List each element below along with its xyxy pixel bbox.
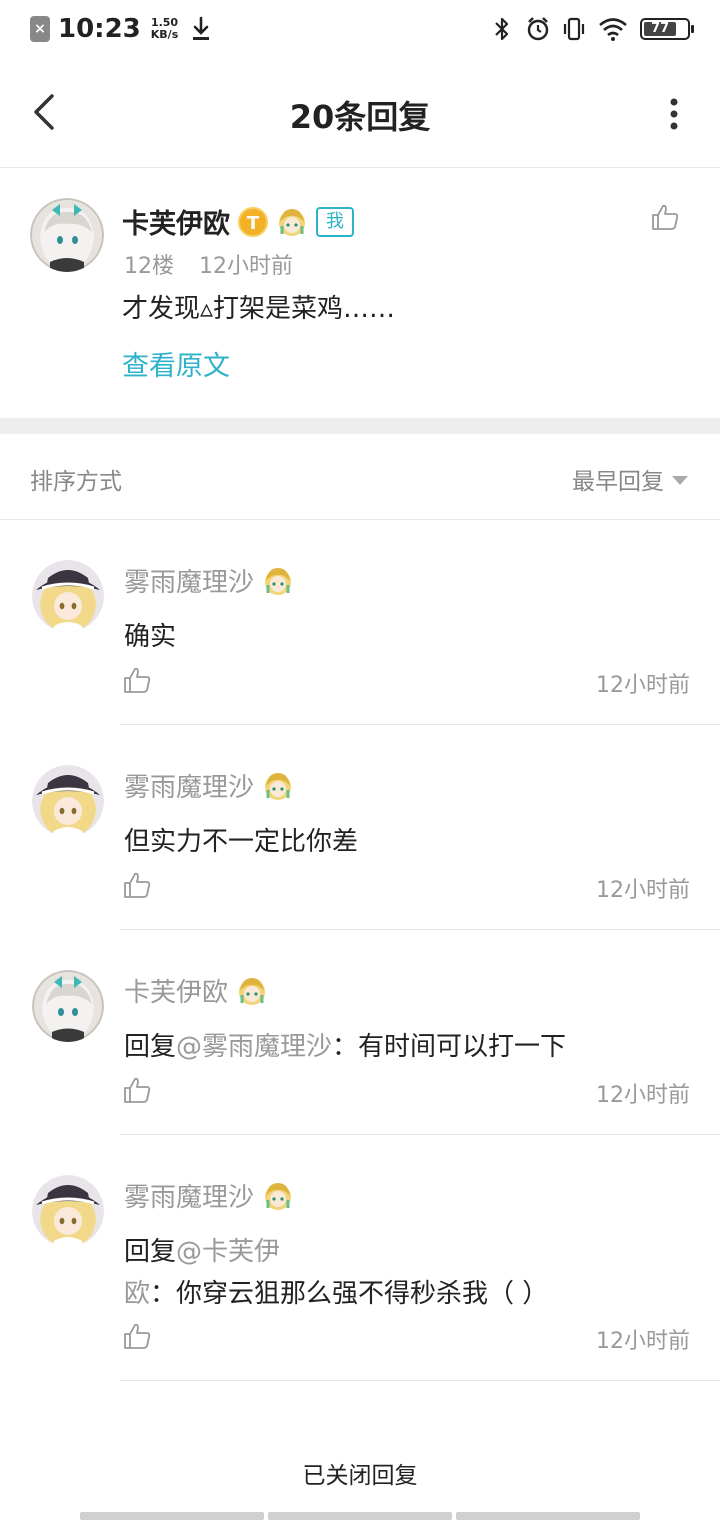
navigation-bar bbox=[80, 1512, 640, 1520]
reply-text: ：有时间可以打一下 bbox=[332, 1032, 567, 1062]
me-tag: 我 bbox=[316, 206, 354, 237]
avatar[interactable] bbox=[32, 970, 104, 1042]
avatar[interactable] bbox=[32, 560, 104, 632]
reply-time: 12小时前 bbox=[596, 673, 690, 698]
chevron-down-icon bbox=[672, 476, 688, 485]
post-author-row: 卡芙伊欧 T 我 bbox=[122, 202, 354, 241]
nav-segment bbox=[268, 1512, 452, 1520]
nav-segment bbox=[80, 1512, 264, 1520]
reply-time: 12小时前 bbox=[596, 1329, 690, 1354]
clock: 10:23 bbox=[58, 14, 141, 44]
reply-text: 但实力不一定比你差 bbox=[124, 827, 359, 857]
like-button[interactable] bbox=[122, 665, 152, 695]
reply-mention[interactable]: @雾雨魔理沙 bbox=[176, 1032, 332, 1062]
character-badge-icon bbox=[239, 977, 266, 1005]
status-bar: × 10:23 1.50 KB/s 77 bbox=[0, 0, 720, 58]
reply-content: 但实力不一定比你差 bbox=[124, 821, 694, 863]
post-time: 12小时前 bbox=[199, 254, 293, 279]
vibrate-icon bbox=[563, 17, 585, 41]
view-original-link[interactable]: 查看原文 bbox=[122, 344, 230, 383]
like-button[interactable] bbox=[650, 202, 680, 232]
sort-dropdown[interactable]: 最早回复 bbox=[572, 462, 688, 496]
battery-level: 77 bbox=[644, 22, 677, 36]
page-title: 20条回复 bbox=[289, 98, 431, 136]
character-badge-icon bbox=[265, 1182, 292, 1210]
reply-time: 12小时前 bbox=[596, 1083, 690, 1108]
reply-author-name[interactable]: 雾雨魔理沙 bbox=[124, 767, 254, 804]
character-badge-icon bbox=[265, 567, 292, 595]
post-meta: 12楼 12小时前 bbox=[124, 248, 293, 280]
reply-time: 12小时前 bbox=[596, 878, 690, 903]
post-floor: 12楼 bbox=[124, 254, 174, 279]
status-left: × 10:23 1.50 KB/s bbox=[30, 12, 212, 46]
network-speed: 1.50 KB/s bbox=[151, 17, 178, 41]
coin-badge-icon: T bbox=[238, 206, 268, 237]
reply-item[interactable]: 雾雨魔理沙回复@卡芙伊欧：你穿云狙那么强不得秒杀我（ ） 12小时前 bbox=[0, 1135, 720, 1381]
reply-item[interactable]: 卡芙伊欧回复@雾雨魔理沙：有时间可以打一下 12小时前 bbox=[0, 930, 720, 1135]
reply-text: 确实 bbox=[124, 622, 177, 652]
post-author-name[interactable]: 卡芙伊欧 bbox=[122, 202, 230, 241]
reply-item[interactable]: 雾雨魔理沙确实 12小时前 bbox=[0, 520, 720, 725]
download-icon bbox=[193, 16, 210, 40]
reply-author-row: 雾雨魔理沙 bbox=[124, 1177, 294, 1214]
wifi-icon bbox=[599, 18, 627, 41]
nav-segment bbox=[456, 1512, 640, 1520]
battery-indicator: 77 bbox=[640, 18, 694, 40]
more-options-button[interactable] bbox=[668, 94, 680, 134]
reply-content: 回复@雾雨魔理沙：有时间可以打一下 bbox=[124, 1026, 694, 1068]
avatar[interactable] bbox=[32, 1175, 104, 1247]
reply-author-row: 卡芙伊欧 bbox=[124, 972, 268, 1009]
reply-text: ：你穿云狙那么强不得秒杀我（ ） bbox=[150, 1279, 549, 1309]
character-badge-icon bbox=[279, 208, 305, 236]
avatar[interactable] bbox=[30, 198, 104, 272]
like-button[interactable] bbox=[122, 1075, 152, 1105]
sort-selected: 最早回复 bbox=[572, 469, 664, 495]
like-button[interactable] bbox=[122, 870, 152, 900]
post-content: 才发现▵打架是菜鸡…… bbox=[122, 294, 396, 324]
reply-prefix: 回复 bbox=[124, 1237, 177, 1267]
status-right: 77 bbox=[490, 12, 694, 46]
reply-author-name[interactable]: 雾雨魔理沙 bbox=[124, 1177, 254, 1214]
reply-item[interactable]: 雾雨魔理沙但实力不一定比你差 12小时前 bbox=[0, 725, 720, 930]
app-header: 20条回复 bbox=[0, 58, 720, 168]
reply-divider bbox=[120, 1380, 720, 1381]
reply-author-name[interactable]: 雾雨魔理沙 bbox=[124, 562, 254, 599]
reply-author-name[interactable]: 卡芙伊欧 bbox=[124, 972, 228, 1009]
character-badge-icon bbox=[265, 772, 292, 800]
like-button[interactable] bbox=[122, 1321, 152, 1351]
network-speed-unit: KB/s bbox=[150, 28, 179, 41]
reply-content: 回复@卡芙伊欧：你穿云狙那么强不得秒杀我（ ） bbox=[124, 1231, 694, 1315]
reply-author-row: 雾雨魔理沙 bbox=[124, 562, 294, 599]
bluetooth-icon bbox=[495, 17, 509, 41]
reply-content: 确实 bbox=[124, 616, 694, 658]
alarm-icon bbox=[527, 17, 549, 41]
avatar[interactable] bbox=[32, 765, 104, 837]
reply-prefix: 回复 bbox=[124, 1032, 177, 1062]
sort-label: 排序方式 bbox=[30, 469, 122, 495]
sort-bar: 排序方式 最早回复 bbox=[0, 434, 720, 520]
reply-author-row: 雾雨魔理沙 bbox=[124, 767, 294, 804]
section-divider bbox=[0, 418, 720, 434]
notification-close-icon: × bbox=[30, 16, 50, 42]
main-post: 卡芙伊欧 T 我 12楼 12小时前 才发现▵打架是菜鸡…… 查看原文 bbox=[0, 168, 720, 418]
replies-closed-notice: 已关闭回复 bbox=[302, 1463, 418, 1489]
